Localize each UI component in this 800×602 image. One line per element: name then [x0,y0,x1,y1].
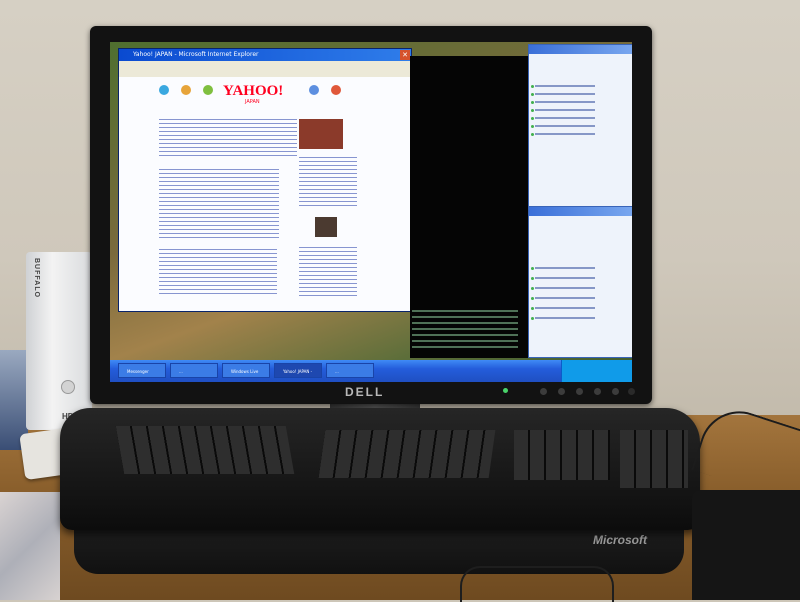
terminal-line [412,322,518,324]
taskbar-item[interactable]: Windows Live Messenger [222,363,270,378]
terminal-window[interactable] [410,56,528,358]
list-item[interactable] [535,125,595,127]
key-cluster-right [318,430,496,478]
auction-icon[interactable] [181,85,191,95]
hdd-power-button [61,380,75,394]
monitor-button [594,388,601,395]
status-icon [531,133,534,136]
status-icon [531,317,534,320]
terminal-line [412,340,518,342]
status-icon [531,307,534,310]
status-icon [531,93,534,96]
list-item[interactable] [535,85,595,87]
power-button [628,388,635,395]
windows-live-messenger[interactable] [528,206,632,358]
travel-icon[interactable] [203,85,213,95]
keyboard [60,408,700,530]
news-icon[interactable] [331,85,341,95]
category-links[interactable] [159,169,279,239]
messenger-contact-list[interactable] [528,44,632,208]
list-item[interactable] [535,317,595,319]
list-item[interactable] [535,109,595,111]
terminal-line [412,310,518,312]
monitor-button [576,388,583,395]
monitor-button [540,388,547,395]
status-icon [531,267,534,270]
hdd-brand-label: BUFFALO [33,258,40,299]
taskbar-item[interactable]: ... [170,363,218,378]
power-led [503,388,508,393]
status-icon [531,101,534,104]
promo-links[interactable] [159,249,277,297]
list-item[interactable] [535,101,595,103]
earphones [460,566,614,602]
screen: Yahoo! JAPAN - Microsoft Internet Explor… [110,42,632,382]
terminal-line [412,316,518,318]
list-item[interactable] [535,117,595,119]
keyboard-brand: Microsoft [593,533,647,547]
list-item[interactable] [535,93,595,95]
mouse-pad [692,490,800,600]
browser-content[interactable]: YAHOO! JAPAN [119,77,411,311]
terminal-line [412,328,518,330]
topics-links[interactable] [299,247,357,297]
browser-title-bar[interactable]: Yahoo! JAPAN - Microsoft Internet Explor… [119,49,411,61]
taskbar-item[interactable]: ... [326,363,374,378]
mail-icon[interactable] [309,85,319,95]
monitor-brand: DELL [345,385,385,399]
directory-links[interactable] [159,119,297,157]
list-item[interactable] [535,277,595,279]
list-item[interactable] [535,133,595,135]
yahoo-logo[interactable]: YAHOO! [223,83,283,100]
yahoo-logo-sub: JAPAN [245,99,260,105]
taskbar[interactable]: Messenger ... Windows Live Messenger Yah… [110,360,632,382]
navigation-keys [514,430,610,480]
monitor-button [612,388,619,395]
terminal-line [412,334,518,336]
browser-window[interactable]: Yahoo! JAPAN - Microsoft Internet Explor… [118,48,412,312]
key-cluster-left [115,426,295,474]
status-icon [531,109,534,112]
status-icon [531,125,534,128]
terminal-line [412,346,518,348]
status-icon [531,277,534,280]
status-icon [531,85,534,88]
status-icon [531,297,534,300]
list-item[interactable] [535,297,595,299]
list-item[interactable] [535,267,595,269]
news-photo[interactable] [315,217,337,237]
browser-toolbar[interactable] [119,61,411,78]
status-icon [531,287,534,290]
system-tray[interactable] [561,360,632,382]
list-item[interactable] [535,307,595,309]
status-icon [531,117,534,120]
shopping-icon[interactable] [159,85,169,95]
banner-ad[interactable] [299,119,343,149]
news-links[interactable] [299,157,357,207]
taskbar-item[interactable]: Yahoo! JAPAN - Microsoft... [274,363,322,378]
cd-case [0,492,60,600]
taskbar-item[interactable]: Messenger [118,363,166,378]
monitor-button [558,388,565,395]
messenger-title-bar[interactable] [529,45,632,54]
close-icon[interactable]: ✕ [400,50,410,60]
number-pad [620,430,688,488]
list-item[interactable] [535,287,595,289]
messenger-title-bar[interactable] [529,207,632,216]
